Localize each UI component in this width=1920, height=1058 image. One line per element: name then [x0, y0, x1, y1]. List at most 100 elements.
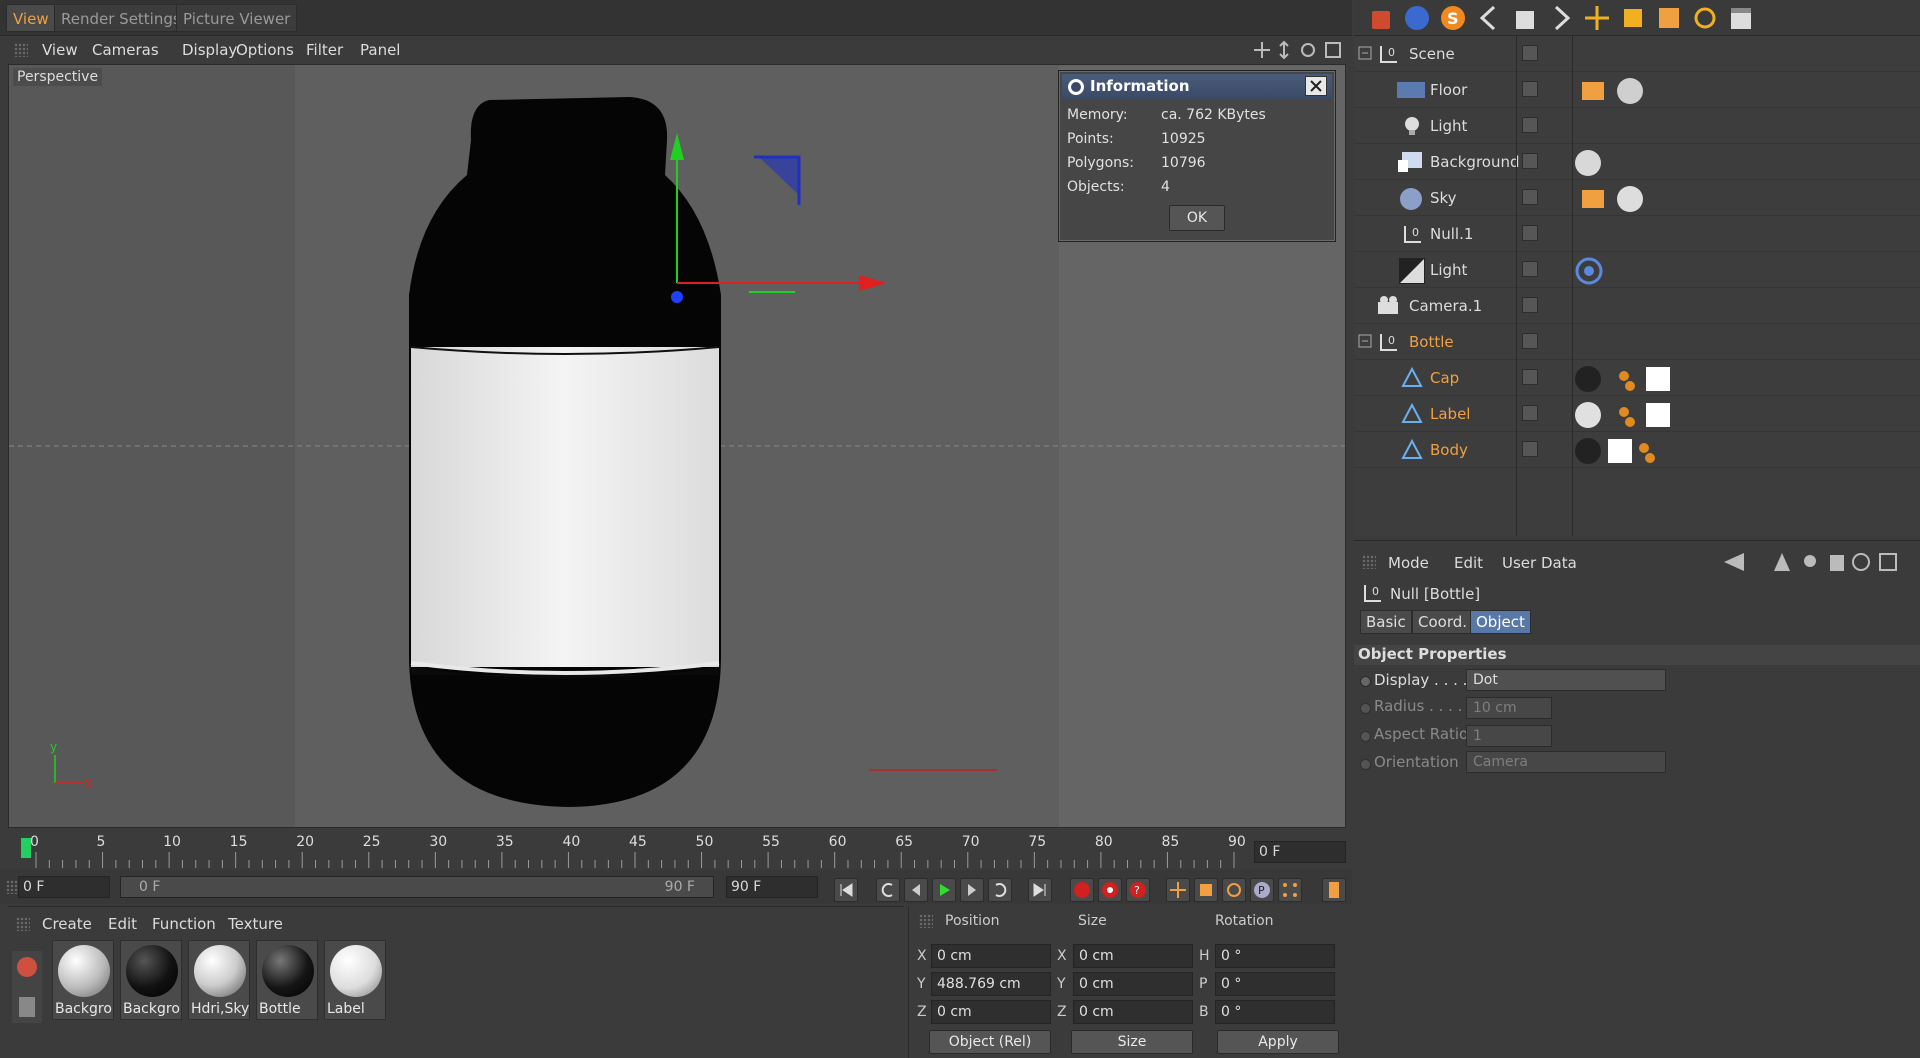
object-row[interactable]: 0 Null.1 — [1354, 216, 1920, 252]
rotation-h-field[interactable]: 0 ° — [1215, 944, 1335, 968]
menu-view[interactable]: View — [42, 41, 78, 59]
timeline-ruler[interactable]: 0 5 10 15 20 25 30 35 40 45 50 55 60 65 70 75 80 85 90 0 F — [8, 832, 1346, 872]
position-x-field[interactable]: 0 cm — [931, 944, 1051, 968]
tag-icons[interactable] — [1572, 436, 1676, 466]
render-icon[interactable] — [1402, 3, 1432, 33]
coordinate-mode-select[interactable]: Object (Rel) — [929, 1030, 1051, 1054]
back-icon[interactable] — [1474, 3, 1504, 33]
script-icon[interactable]: S — [1438, 3, 1468, 33]
next-frame-button[interactable] — [960, 878, 984, 902]
grip-icon[interactable] — [919, 914, 933, 928]
start-frame-field[interactable]: 0 F — [18, 876, 110, 898]
display-select[interactable]: Dot — [1466, 669, 1666, 691]
keyframe-help-button[interactable]: ? — [1126, 878, 1150, 902]
clipboard-icon[interactable] — [1510, 3, 1540, 33]
rotation-p-field[interactable]: 0 ° — [1215, 972, 1335, 996]
menu-user-data[interactable]: User Data — [1502, 554, 1577, 572]
menu-create[interactable]: Create — [42, 915, 92, 933]
animate-radio[interactable] — [1360, 703, 1371, 714]
object-row[interactable]: Camera.1 — [1354, 288, 1920, 324]
menu-cameras[interactable]: Cameras — [92, 41, 159, 59]
visibility-toggle[interactable] — [1522, 405, 1538, 421]
visibility-toggle[interactable] — [1522, 117, 1538, 133]
size-z-field[interactable]: 0 cm — [1073, 1000, 1193, 1024]
prev-key-button[interactable] — [876, 878, 900, 902]
object-row[interactable]: Floor — [1354, 72, 1920, 108]
menu-options[interactable]: Options — [236, 41, 294, 59]
menu-panel[interactable]: Panel — [360, 41, 400, 59]
menu-filter[interactable]: Filter — [306, 41, 343, 59]
scale-tool-icon[interactable] — [1618, 3, 1648, 33]
menu-edit[interactable]: Edit — [108, 915, 137, 933]
size-y-field[interactable]: 0 cm — [1073, 972, 1193, 996]
object-row[interactable]: 0 Bottle — [1354, 324, 1920, 360]
material-swatch[interactable]: Label — [324, 940, 386, 1020]
visibility-toggle[interactable] — [1522, 189, 1538, 205]
visibility-toggle[interactable] — [1522, 441, 1538, 457]
undo-icon[interactable] — [1366, 3, 1396, 33]
material-swatch[interactable]: Bottle — [256, 940, 318, 1020]
record-button[interactable] — [1070, 878, 1094, 902]
material-swatch[interactable]: Backgrou — [52, 940, 114, 1020]
grip-icon[interactable] — [14, 43, 28, 57]
close-button[interactable] — [1305, 76, 1327, 96]
tag-icons[interactable] — [1578, 184, 1644, 214]
move-tool-icon[interactable] — [1582, 3, 1612, 33]
apply-button[interactable]: Apply — [1217, 1030, 1339, 1054]
grip-icon[interactable] — [16, 917, 30, 931]
animate-radio[interactable] — [1360, 676, 1371, 687]
autokey-button[interactable] — [1098, 878, 1122, 902]
tab-coord[interactable]: Coord. — [1412, 610, 1474, 634]
attribute-nav-icons[interactable] — [1722, 549, 1916, 575]
visibility-toggle[interactable] — [1522, 297, 1538, 313]
go-to-start-button[interactable] — [834, 878, 858, 902]
animate-radio[interactable] — [1360, 759, 1371, 770]
menu-edit[interactable]: Edit — [1454, 554, 1483, 572]
key-rotation-button[interactable] — [1222, 878, 1246, 902]
object-row[interactable]: Sky — [1354, 180, 1920, 216]
tag-icons[interactable] — [1572, 364, 1676, 394]
size-mode-select[interactable]: Size — [1071, 1030, 1193, 1054]
size-x-field[interactable]: 0 cm — [1073, 944, 1193, 968]
collapse-icon[interactable] — [1358, 334, 1372, 348]
frame-range-slider[interactable]: 0 F 90 F — [120, 876, 714, 898]
target-tag-icon[interactable] — [1574, 256, 1604, 286]
object-row[interactable]: 0 Scene — [1354, 36, 1920, 72]
visibility-toggle[interactable] — [1522, 225, 1538, 241]
position-z-field[interactable]: 0 cm — [931, 1000, 1051, 1024]
material-swatch[interactable]: Hdri,Sky — [188, 940, 250, 1020]
ok-button[interactable]: OK — [1169, 205, 1225, 231]
viewport-camera-label[interactable]: Perspective — [13, 68, 103, 86]
menu-mode[interactable]: Mode — [1388, 554, 1429, 572]
timeline-layout-button[interactable] — [1322, 878, 1346, 902]
rotation-b-field[interactable]: 0 ° — [1215, 1000, 1335, 1024]
key-position-button[interactable] — [1166, 878, 1190, 902]
tab-object[interactable]: Object — [1470, 610, 1531, 634]
visibility-toggle[interactable] — [1522, 369, 1538, 385]
next-key-button[interactable] — [988, 878, 1012, 902]
key-scale-button[interactable] — [1194, 878, 1218, 902]
menu-display[interactable]: Display — [182, 41, 237, 59]
visibility-toggle[interactable] — [1522, 81, 1538, 97]
current-frame-field[interactable]: 0 F — [1254, 841, 1346, 863]
end-frame-field[interactable]: 90 F — [726, 876, 818, 898]
grip-icon[interactable] — [1362, 555, 1376, 569]
visibility-toggle[interactable] — [1522, 333, 1538, 349]
object-row[interactable]: Light — [1354, 252, 1920, 288]
visibility-toggle[interactable] — [1522, 261, 1538, 277]
object-row[interactable]: Light — [1354, 108, 1920, 144]
aspect-ratio-field[interactable]: 1 — [1466, 725, 1552, 747]
radius-field[interactable]: 10 cm — [1466, 697, 1552, 719]
hierarchy-icon[interactable] — [1654, 3, 1684, 33]
prev-frame-button[interactable] — [904, 878, 928, 902]
tag-icons[interactable] — [1572, 400, 1676, 430]
viewport-nav-icons[interactable] — [1252, 40, 1348, 60]
collapse-icon[interactable] — [1358, 46, 1372, 60]
tab-picture-viewer[interactable]: Picture Viewer — [176, 4, 298, 32]
position-y-field[interactable]: 488.769 cm — [931, 972, 1051, 996]
visibility-toggle[interactable] — [1522, 153, 1538, 169]
visibility-toggle[interactable] — [1522, 45, 1538, 61]
tab-view[interactable]: View — [6, 4, 56, 32]
rotate-tool-icon[interactable] — [1690, 3, 1720, 33]
orientation-select[interactable]: Camera — [1466, 751, 1666, 773]
